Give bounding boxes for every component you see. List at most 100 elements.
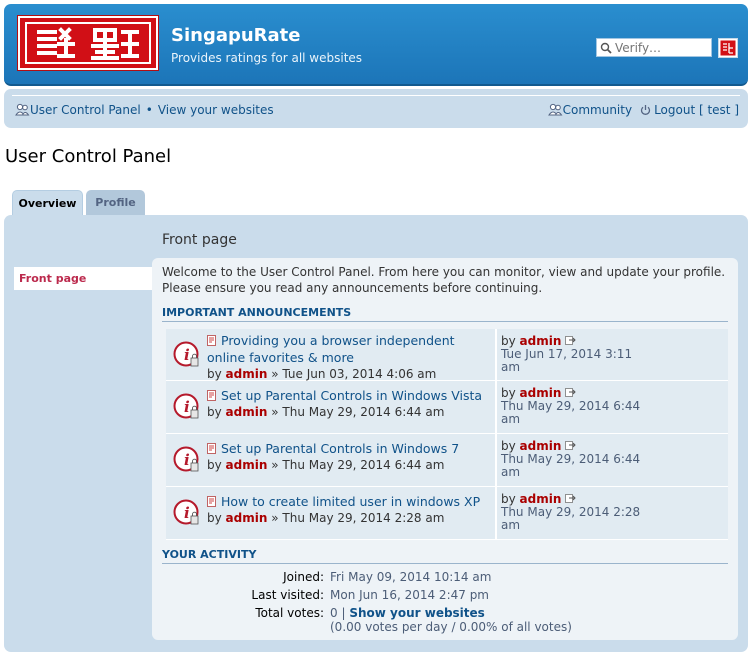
search-seal-icon: [720, 40, 736, 56]
announcement-title-link[interactable]: Set up Parental Controls in Windows 7: [221, 440, 459, 457]
site-description: Provides ratings for all websites: [171, 51, 363, 65]
announcement-meta: by admin » Thu May 29, 2014 2:28 am: [207, 510, 492, 526]
sidebar-item-front-page[interactable]: Front page: [14, 267, 154, 290]
navbar-divider: [12, 95, 740, 96]
last-post-info: by admin Thu May 29, 2014 2:28 am: [501, 493, 726, 532]
site-logo[interactable]: [17, 15, 159, 71]
last-author-link[interactable]: admin: [520, 334, 562, 348]
logo-frame: [25, 22, 151, 64]
last-author-link[interactable]: admin: [520, 439, 562, 453]
announcement-info-icon: i: [173, 393, 200, 420]
author-link[interactable]: admin: [226, 367, 268, 381]
last-author-link[interactable]: admin: [520, 492, 562, 506]
total-votes-count: 0 |: [330, 606, 346, 620]
search-button[interactable]: [718, 38, 738, 58]
announcement-main: Providing you a browser independent onli…: [207, 332, 492, 382]
by-label: by: [501, 386, 516, 400]
total-votes-label: Total votes:: [255, 606, 324, 620]
by-label: by: [501, 334, 516, 348]
column-divider: [495, 329, 497, 380]
last-visited-label: Last visited:: [251, 588, 324, 602]
last-visited-value: Mon Jun 16, 2014 2:47 pm: [330, 588, 489, 602]
tab-overview[interactable]: Overview: [12, 190, 83, 216]
power-icon: [640, 104, 651, 116]
nav-user-links: Community Logout [ test ]: [547, 103, 739, 117]
nav-view-websites-link[interactable]: View your websites: [158, 103, 274, 117]
by-label: by: [501, 439, 516, 453]
view-latest-post-icon[interactable]: [565, 493, 576, 503]
by-label: by: [207, 458, 222, 472]
activity-total-votes: Total votes: 0 | Show your websites: [162, 606, 732, 620]
announcement-title-link[interactable]: Set up Parental Controls in Windows Vist…: [221, 387, 482, 404]
announcement-info-icon: i: [173, 446, 200, 473]
total-votes-value: 0 | Show your websites: [330, 606, 485, 620]
votes-detail-spacer: [162, 620, 330, 634]
page-title: User Control Panel: [5, 146, 172, 167]
activity-heading: YOUR ACTIVITY: [162, 548, 728, 564]
tab-profile[interactable]: Profile: [86, 190, 145, 215]
last-post-date: Thu May 29, 2014 2:28: [501, 505, 641, 519]
last-post-date-suffix: am: [501, 360, 521, 374]
activity-votes-detail: (0.00 votes per day / 0.00% of all votes…: [162, 620, 732, 634]
announcement-meta: by admin » Thu May 29, 2014 6:44 am: [207, 404, 492, 420]
nav-ucp-link[interactable]: User Control Panel: [30, 103, 141, 117]
by-label: by: [207, 405, 222, 419]
last-post-date: Thu May 29, 2014 6:44: [501, 452, 641, 466]
activity-last-visited: Last visited: Mon Jun 16, 2014 2:47 pm: [162, 588, 732, 602]
announcement-main: How to create limited user in windows XP…: [207, 493, 492, 526]
users-icon: [15, 103, 30, 117]
announcement-row: i Set up Parental Controls in Windows 7 …: [166, 434, 728, 487]
column-divider: [495, 381, 497, 433]
votes-detail: (0.00 votes per day / 0.00% of all votes…: [330, 620, 572, 634]
announcements-heading: IMPORTANT ANNOUNCEMENTS: [162, 306, 728, 322]
nav-logout-link[interactable]: Logout [ test ]: [654, 103, 739, 117]
announcement-info-icon: i: [173, 499, 200, 526]
welcome-text: Welcome to the User Control Panel. From …: [162, 264, 732, 296]
nav-community-link[interactable]: Community: [563, 103, 632, 117]
welcome-line-1: Welcome to the User Control Panel. From …: [162, 265, 726, 279]
section-title: Front page: [162, 232, 237, 248]
announcement-title-line: Providing you a browser independent: [207, 332, 492, 349]
magnifier-icon: [600, 42, 612, 54]
view-latest-post-icon[interactable]: [565, 335, 576, 345]
view-latest-post-icon[interactable]: [565, 387, 576, 397]
show-websites-link[interactable]: Show your websites: [349, 606, 485, 620]
announcement-title-link[interactable]: How to create limited user in windows XP: [221, 493, 480, 510]
by-label: by: [207, 367, 222, 381]
announcement-meta: by admin » Thu May 29, 2014 6:44 am: [207, 457, 492, 473]
joined-label: Joined:: [283, 570, 324, 584]
navbar: User Control Panel • View your websites …: [4, 89, 748, 128]
last-post-date-suffix: am: [501, 465, 521, 479]
activity-joined: Joined: Fri May 09, 2014 10:14 am: [162, 570, 732, 584]
last-post-date: Tue Jun 17, 2014 3:11: [501, 347, 633, 361]
announcement-title-link[interactable]: Providing you a browser independent: [221, 332, 455, 349]
by-label: by: [501, 492, 516, 506]
view-latest-post-icon[interactable]: [565, 440, 576, 450]
author-link[interactable]: admin: [226, 458, 268, 472]
author-link[interactable]: admin: [226, 405, 268, 419]
announcement-main: Set up Parental Controls in Windows Vist…: [207, 387, 492, 420]
announcement-title-line: How to create limited user in windows XP: [207, 493, 492, 510]
last-post-date-suffix: am: [501, 412, 521, 426]
announcement-title-continued[interactable]: online favorites & more: [207, 349, 492, 366]
last-author-link[interactable]: admin: [520, 386, 562, 400]
last-post-info: by admin Thu May 29, 2014 6:44 am: [501, 440, 726, 479]
breadcrumb: User Control Panel • View your websites: [15, 103, 274, 117]
last-post-info: by admin Thu May 29, 2014 6:44 am: [501, 387, 726, 426]
column-divider: [495, 487, 497, 539]
site-name[interactable]: SingapuRate: [171, 25, 301, 46]
announcement-row: i Set up Parental Controls in Windows Vi…: [166, 381, 728, 434]
welcome-line-2: Please ensure you read any announcements…: [162, 281, 543, 295]
svg-text:i: i: [184, 398, 190, 416]
post-date: » Thu May 29, 2014 2:28 am: [271, 511, 445, 525]
post-date: » Tue Jun 03, 2014 4:06 am: [271, 367, 437, 381]
announcement-row: i How to create limited user in windows …: [166, 487, 728, 540]
search-input[interactable]: [615, 39, 705, 56]
last-post-date-suffix: am: [501, 518, 521, 532]
by-label: by: [207, 511, 222, 525]
announcement-list: i Providing you a browser independent on…: [166, 329, 728, 540]
author-link[interactable]: admin: [226, 511, 268, 525]
announcement-row: i Providing you a browser independent on…: [166, 329, 728, 381]
logo-glyph-icon: [37, 27, 139, 60]
search-box[interactable]: [596, 38, 712, 57]
